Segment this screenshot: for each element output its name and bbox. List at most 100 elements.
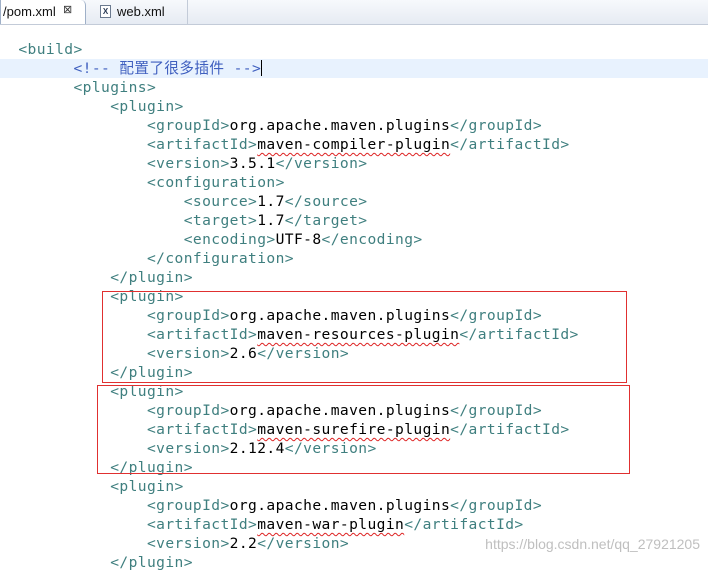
code-line[interactable]: </plugin> (0, 553, 708, 572)
xml-open-tag: <plugin> (110, 98, 184, 115)
xml-open-tag: <version> (146, 535, 230, 552)
xml-open-tag: <groupId> (146, 402, 230, 419)
xml-text-value: maven-surefire-plugin (257, 421, 451, 438)
xml-open-tag: </plugin> (110, 554, 193, 571)
code-line[interactable]: <version>3.5.1</version> (0, 154, 708, 173)
code-line[interactable]: <groupId>org.apache.maven.plugins</group… (0, 306, 708, 325)
xml-close-tag: </version> (275, 155, 368, 172)
xml-open-tag: <plugin> (110, 478, 184, 495)
code-line[interactable]: <encoding>UTF-8</encoding> (0, 230, 708, 249)
xml-open-tag: </configuration> (146, 250, 294, 267)
xml-text-value: 1.7 (257, 212, 285, 229)
tab-pom-xml[interactable]: /pom.xml ⊠ (0, 0, 86, 24)
code-line[interactable]: <plugin> (0, 97, 708, 116)
xml-open-tag: <build> (18, 41, 83, 58)
code-line[interactable]: </configuration> (0, 249, 708, 268)
xml-text-value: 3.5.1 (229, 155, 276, 172)
xml-open-tag: <artifactId> (146, 516, 258, 533)
xml-text-value: org.apache.maven.plugins (229, 117, 451, 134)
xml-open-tag: <encoding> (183, 231, 276, 248)
xml-text-value: maven-compiler-plugin (257, 136, 451, 153)
code-line[interactable]: <source>1.7</source> (0, 192, 708, 211)
code-line[interactable]: <plugin> (0, 477, 708, 496)
watermark: https://blog.csdn.net/qq_27921205 (485, 536, 700, 552)
text-cursor (261, 60, 263, 76)
code-line[interactable]: <version>2.12.4</version> (0, 439, 708, 458)
xml-close-tag: </groupId> (450, 402, 543, 419)
code-line[interactable]: <artifactId>maven-war-plugin</artifactId… (0, 515, 708, 534)
xml-open-tag: <source> (183, 193, 258, 210)
xml-text-value: UTF-8 (275, 231, 322, 248)
xml-close-tag: </artifactId> (459, 326, 579, 343)
xml-comment: <!-- 配置了很多插件 --> (73, 60, 262, 77)
xml-open-tag: <configuration> (146, 174, 285, 191)
xml-close-tag: </version> (257, 345, 350, 362)
close-icon[interactable]: ⊠ (63, 3, 72, 16)
tab-web-xml-label: web.xml (117, 4, 165, 19)
editor-tab-bar: /pom.xml ⊠ X web.xml (0, 0, 708, 25)
xml-close-tag: </artifactId> (404, 516, 524, 533)
xml-open-tag: <artifactId> (146, 136, 258, 153)
xml-open-tag: <plugin> (110, 383, 184, 400)
code-line[interactable]: </plugin> (0, 268, 708, 287)
xml-close-tag: </artifactId> (450, 136, 570, 153)
xml-text-value: org.apache.maven.plugins (229, 402, 451, 419)
xml-open-tag: <artifactId> (146, 421, 258, 438)
code-line[interactable]: <plugin> (0, 287, 708, 306)
xml-open-tag: </plugin> (110, 459, 193, 476)
xml-text-value: 2.2 (229, 535, 258, 552)
xml-close-tag: </groupId> (450, 307, 543, 324)
xml-editor[interactable]: <build> <!-- 配置了很多插件 --> <plugins> <plug… (0, 25, 708, 571)
xml-close-tag: </encoding> (321, 231, 423, 248)
xml-open-tag: <groupId> (146, 117, 230, 134)
code-line[interactable]: <artifactId>maven-resources-plugin</arti… (0, 325, 708, 344)
code-line[interactable]: <groupId>org.apache.maven.plugins</group… (0, 401, 708, 420)
code-line[interactable]: <artifactId>maven-compiler-plugin</artif… (0, 135, 708, 154)
xml-open-tag: <plugin> (110, 288, 184, 305)
code-line[interactable]: </plugin> (0, 458, 708, 477)
xml-text-value: 2.12.4 (229, 440, 285, 457)
xml-text-value: org.apache.maven.plugins (229, 307, 451, 324)
code-line[interactable]: <artifactId>maven-surefire-plugin</artif… (0, 420, 708, 439)
tab-web-xml[interactable]: X web.xml (88, 0, 188, 24)
code-line[interactable]: <!-- 配置了很多插件 --> (0, 59, 708, 78)
xml-text-value: maven-resources-plugin (257, 326, 460, 343)
code-line[interactable]: <groupId>org.apache.maven.plugins</group… (0, 116, 708, 135)
xml-open-tag: <version> (146, 440, 230, 457)
code-line[interactable]: <plugin> (0, 382, 708, 401)
xml-close-tag: </groupId> (450, 117, 543, 134)
code-line[interactable]: <configuration> (0, 173, 708, 192)
code-line[interactable]: <target>1.7</target> (0, 211, 708, 230)
xml-close-tag: </target> (284, 212, 368, 229)
xml-close-tag: </groupId> (450, 497, 543, 514)
code-line[interactable]: <build> (0, 40, 708, 59)
code-line[interactable]: </plugin> (0, 363, 708, 382)
code-line[interactable]: <version>2.6</version> (0, 344, 708, 363)
code-line[interactable]: <plugins> (0, 78, 708, 97)
code-line[interactable]: <groupId>org.apache.maven.plugins</group… (0, 496, 708, 515)
